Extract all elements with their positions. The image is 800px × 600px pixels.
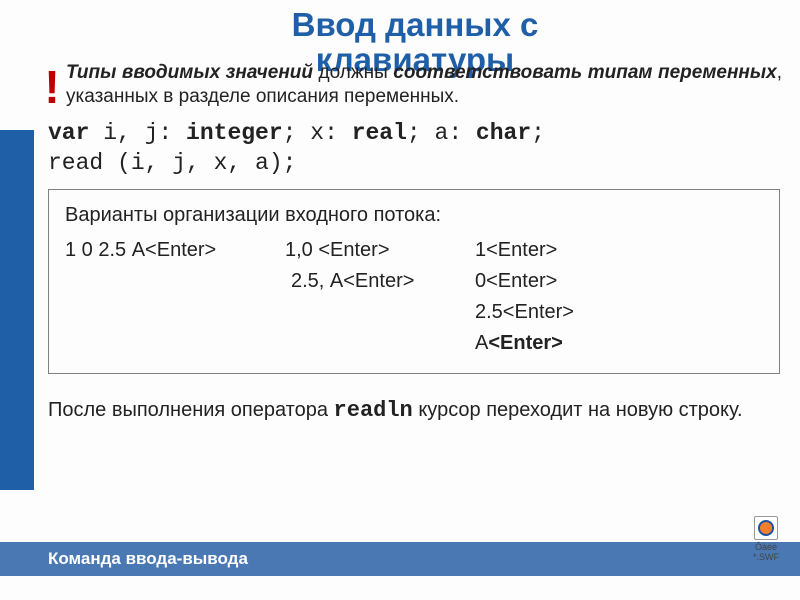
after-c: курсор переходит на новую строку.	[413, 399, 743, 421]
c2r2: 2.5, А<Enter>	[285, 266, 475, 297]
kw-readln: readln	[334, 398, 413, 423]
c3r1: 1<Enter>	[475, 235, 635, 266]
code-line-2: read (i, j, x, a);	[48, 150, 296, 176]
exclamation-icon: !	[38, 61, 66, 108]
c3r4: А<Enter>	[475, 328, 635, 359]
code-block: var i, j: integer; x: real; a: char; rea…	[48, 119, 792, 179]
globe-glyph	[758, 520, 774, 536]
col-2: 1,0 <Enter> 2.5, А<Enter>	[285, 235, 475, 359]
kw-real: real	[352, 120, 407, 146]
warning-text: Типы вводимых значений должны соответств…	[66, 61, 782, 109]
code-seg-h: ;	[531, 120, 545, 146]
after-a: После выполнения оператора	[48, 399, 334, 421]
left-accent-bar	[0, 130, 34, 490]
footer-text: Команда ввода-вывода	[48, 549, 248, 569]
title-line-1: Ввод данных с	[292, 6, 539, 43]
kw-integer: integer	[186, 120, 283, 146]
c1r1: 1 0 2.5 А<Enter>	[65, 235, 285, 266]
code-seg-f: ; a:	[407, 120, 476, 146]
slide-content: Ввод данных с клавиатуры ! Типы вводимых…	[38, 0, 792, 600]
c2r1: 1,0 <Enter>	[285, 235, 475, 266]
col-1: 1 0 2.5 А<Enter>	[65, 235, 285, 359]
c3r3: 2.5<Enter>	[475, 297, 635, 328]
warn-emph-2: соответствовать типам переменных	[393, 62, 776, 83]
after-text: После выполнения оператора readln курсор…	[48, 396, 782, 426]
swf-label: Ôàéë *.SWF	[746, 542, 786, 562]
c3r4b: <Enter>	[488, 332, 562, 354]
example-box: Варианты организации входного потока: 1 …	[48, 189, 780, 374]
col-3: 1<Enter> 0<Enter> 2.5<Enter> А<Enter>	[475, 235, 635, 359]
code-seg-d: ; x:	[283, 120, 352, 146]
warning-block: ! Типы вводимых значений должны соответс…	[38, 61, 792, 109]
warn-mid: должны	[313, 62, 393, 83]
c3r2: 0<Enter>	[475, 266, 635, 297]
kw-var: var	[48, 120, 89, 146]
warn-emph-1: Типы вводимых значений	[66, 62, 313, 83]
columns: 1 0 2.5 А<Enter> 1,0 <Enter> 2.5, А<Ente…	[65, 235, 763, 359]
c3r4a: А	[475, 332, 488, 354]
footer-bar: Команда ввода-вывода	[0, 542, 800, 576]
kw-char: char	[476, 120, 531, 146]
swf-widget: Ôàéë *.SWF	[746, 516, 786, 562]
globe-icon[interactable]	[754, 516, 778, 540]
box-title: Варианты организации входного потока:	[65, 200, 763, 231]
code-seg-b: i, j:	[89, 120, 186, 146]
